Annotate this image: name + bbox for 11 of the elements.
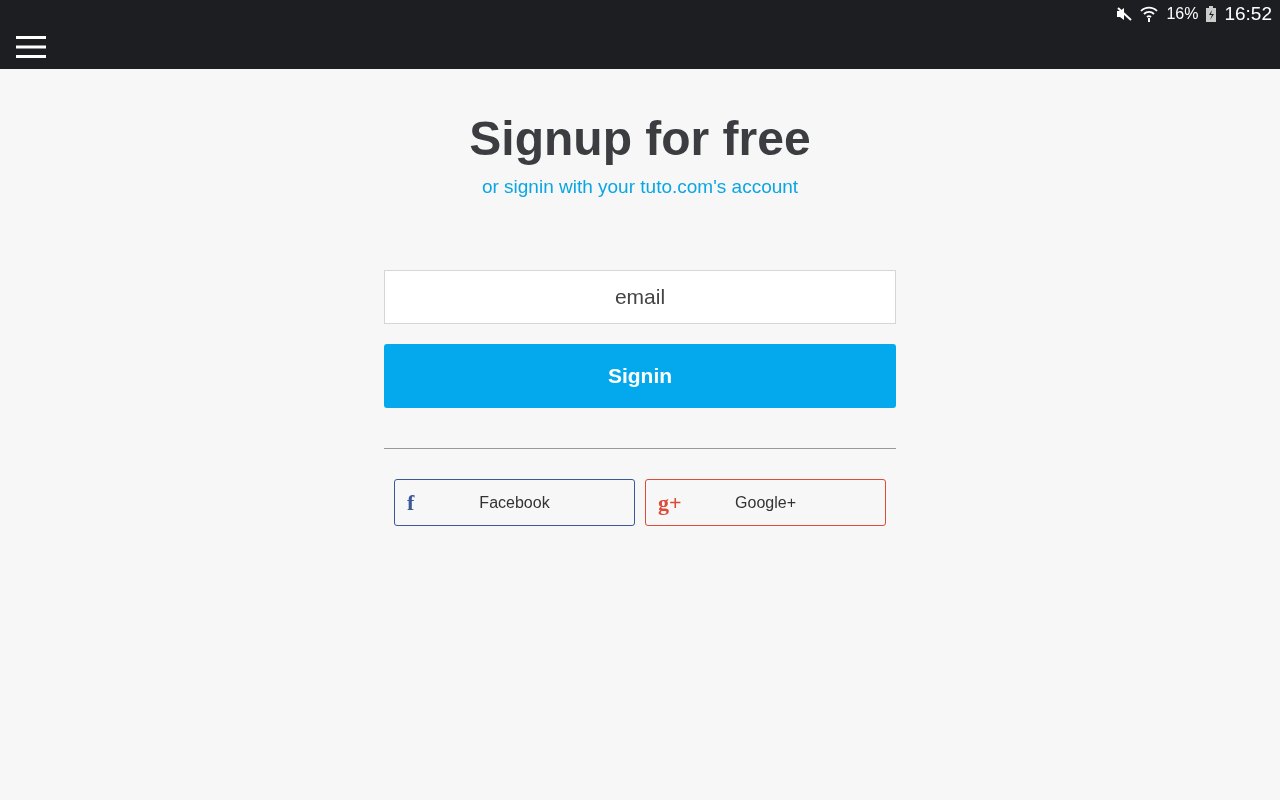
clock: 16:52 [1224,3,1272,25]
email-field[interactable]: email [384,270,896,324]
subtitle: or signin with your tuto.com's account [481,176,799,198]
battery-icon [1206,6,1217,22]
menu-icon[interactable] [16,36,46,58]
mute-icon [1116,7,1133,21]
battery-percent: 16% [1166,5,1199,23]
page-title: Signup for free [469,111,811,166]
social-login-button[interactable]: f Facebook [394,479,635,526]
wifi-icon [1140,6,1159,22]
social-login-button[interactable]: g+ Google+ [645,479,886,526]
